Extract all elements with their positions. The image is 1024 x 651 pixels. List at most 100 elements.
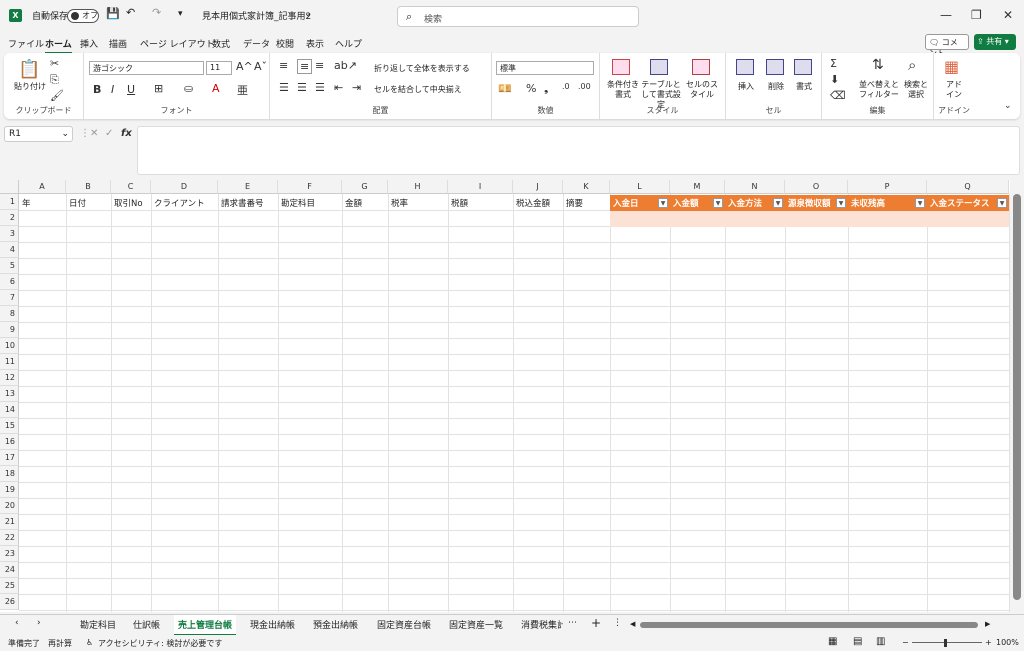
zoom-slider[interactable] — [912, 642, 982, 643]
save-icon[interactable]: 💾 — [106, 7, 120, 20]
percent-icon[interactable]: % — [526, 82, 536, 95]
cut-icon[interactable]: ✂ — [50, 57, 59, 70]
column-header[interactable]: C — [111, 180, 151, 194]
header-cell[interactable]: 税額 — [448, 195, 513, 211]
format-table-icon[interactable] — [650, 59, 668, 75]
menu-data[interactable]: データ — [243, 37, 270, 50]
increase-font-icon[interactable]: A^ — [236, 60, 253, 73]
row-header[interactable]: 20 — [0, 498, 19, 514]
orientation-icon[interactable]: ab↗ — [334, 59, 357, 72]
comma-icon[interactable]: ❟ — [544, 82, 548, 96]
header-cell[interactable]: クライアント — [151, 195, 218, 211]
menu-help[interactable]: ヘルプ — [335, 37, 362, 50]
border-icon[interactable]: ⊞ — [154, 82, 163, 95]
comment-button[interactable]: 🗨 コメント — [925, 34, 969, 58]
filter-dropdown-icon[interactable]: ▼ — [713, 198, 723, 208]
zoom-in-icon[interactable]: + — [985, 638, 992, 647]
add-sheet-icon[interactable]: + — [591, 616, 601, 630]
paste-icon[interactable]: 📋 — [18, 59, 40, 80]
currency-icon[interactable]: 💴 — [498, 82, 512, 95]
row-header[interactable]: 21 — [0, 514, 19, 530]
filter-dropdown-icon[interactable]: ▼ — [997, 198, 1007, 208]
column-header[interactable]: I — [448, 180, 513, 194]
italic-icon[interactable]: I — [111, 83, 114, 96]
column-header[interactable]: B — [66, 180, 111, 194]
autosum-icon[interactable]: Σ — [830, 57, 837, 70]
indent-increase-icon[interactable]: ⇥ — [352, 81, 361, 94]
format-cells-icon[interactable] — [794, 59, 812, 75]
horizontal-scrollbar[interactable] — [640, 622, 978, 628]
formula-input[interactable] — [137, 126, 1020, 175]
column-header[interactable]: L — [610, 180, 670, 194]
merge-center-button[interactable]: セルを結合して中央揃え — [374, 84, 462, 95]
table-header-cell[interactable]: 源泉徴収額 ▼ — [785, 195, 848, 211]
table-header-cell[interactable]: 未収残高 ▼ — [848, 195, 927, 211]
header-cell[interactable]: 請求書番号 — [218, 195, 278, 211]
row-header[interactable]: 7 — [0, 290, 19, 306]
menu-page-layout[interactable]: ページ レイアウト — [140, 37, 215, 50]
header-cell[interactable]: 日付 — [66, 195, 111, 211]
menu-formulas[interactable]: 数式 — [212, 37, 230, 50]
column-header[interactable]: K — [563, 180, 610, 194]
row-header[interactable]: 3 — [0, 226, 19, 242]
delete-cells-icon[interactable] — [766, 59, 784, 75]
fill-icon[interactable]: ⬇ — [830, 73, 839, 86]
column-header[interactable]: M — [670, 180, 725, 194]
sheet-tab[interactable]: 現金出納帳 — [250, 618, 295, 631]
row-header[interactable]: 8 — [0, 306, 19, 322]
menu-view[interactable]: 表示 — [306, 37, 324, 50]
row-header[interactable]: 24 — [0, 562, 19, 578]
header-cell[interactable]: 勘定科目 — [278, 195, 342, 211]
status-recalc[interactable]: 再計算 — [48, 638, 72, 649]
share-button[interactable]: ⇪ 共有 ▾ — [974, 34, 1016, 50]
delete-cells-label[interactable]: 削除 — [768, 81, 784, 92]
select-all-corner[interactable] — [0, 180, 19, 194]
row-header[interactable]: 26 — [0, 594, 19, 610]
filter-dropdown-icon[interactable]: ▼ — [773, 198, 783, 208]
paste-label[interactable]: 貼り付け — [14, 81, 46, 92]
wrap-text-button[interactable]: 折り返して全体を表示する — [374, 63, 470, 74]
increase-decimal-icon[interactable]: .0 — [562, 82, 570, 91]
sheet-tab[interactable]: 預金出納帳 — [313, 618, 358, 631]
redo-icon[interactable]: ↷ — [152, 6, 161, 19]
row-header[interactable]: 18 — [0, 466, 19, 482]
column-header[interactable]: H — [388, 180, 448, 194]
file-name[interactable]: 見本用個式家計簿_記事用2 — [202, 9, 311, 22]
filter-dropdown-icon[interactable]: ▼ — [915, 198, 925, 208]
header-cell[interactable]: 年 — [19, 195, 66, 211]
table-header-cell[interactable]: 入金ステータス ▼ — [927, 195, 1009, 211]
customize-icon[interactable]: ▾ — [178, 9, 183, 19]
vertical-scrollbar[interactable] — [1010, 180, 1024, 612]
enter-icon[interactable]: ✓ — [105, 128, 113, 139]
next-sheet-icon[interactable]: › — [37, 618, 41, 628]
insert-function-icon[interactable]: fx — [121, 128, 132, 139]
column-header[interactable]: J — [513, 180, 563, 194]
prev-sheet-icon[interactable]: ‹ — [15, 618, 19, 628]
sheet-tab[interactable]: 固定資産台帳 — [377, 618, 431, 631]
font-name-select[interactable]: 游ゴシック — [89, 61, 204, 75]
row-header[interactable]: 9 — [0, 322, 19, 338]
align-left-icon[interactable]: ☰ — [279, 81, 289, 94]
bold-icon[interactable]: B — [93, 83, 101, 96]
page-layout-view-icon[interactable]: ▤ — [853, 636, 862, 647]
scroll-right-icon[interactable]: ▶ — [985, 620, 990, 628]
filter-dropdown-icon[interactable]: ▼ — [658, 198, 668, 208]
table-header-cell[interactable]: 入金額 ▼ — [670, 195, 725, 211]
column-header[interactable]: G — [342, 180, 388, 194]
align-center-icon[interactable]: ☰ — [297, 81, 307, 94]
addin-button[interactable]: アドイン — [945, 80, 963, 100]
sort-filter-label[interactable]: 並べ替えとフィルター — [858, 80, 900, 100]
cancel-icon[interactable]: ✕ — [90, 128, 98, 139]
sheet-tab[interactable]: 固定資産一覧 — [449, 618, 503, 631]
row-header[interactable]: 4 — [0, 242, 19, 258]
row-header[interactable]: 23 — [0, 546, 19, 562]
row-header[interactable]: 22 — [0, 530, 19, 546]
menu-draw[interactable]: 描画 — [109, 37, 127, 50]
page-break-view-icon[interactable]: ▥ — [876, 636, 885, 647]
cell-style-icon[interactable] — [692, 59, 710, 75]
header-cell[interactable]: 金額 — [342, 195, 388, 211]
menu-insert[interactable]: 挿入 — [80, 37, 98, 50]
conditional-format-label[interactable]: 条件付き書式 — [604, 80, 642, 100]
header-cell[interactable]: 取引No — [111, 195, 151, 211]
align-bottom-icon[interactable]: ≡ — [315, 59, 324, 72]
